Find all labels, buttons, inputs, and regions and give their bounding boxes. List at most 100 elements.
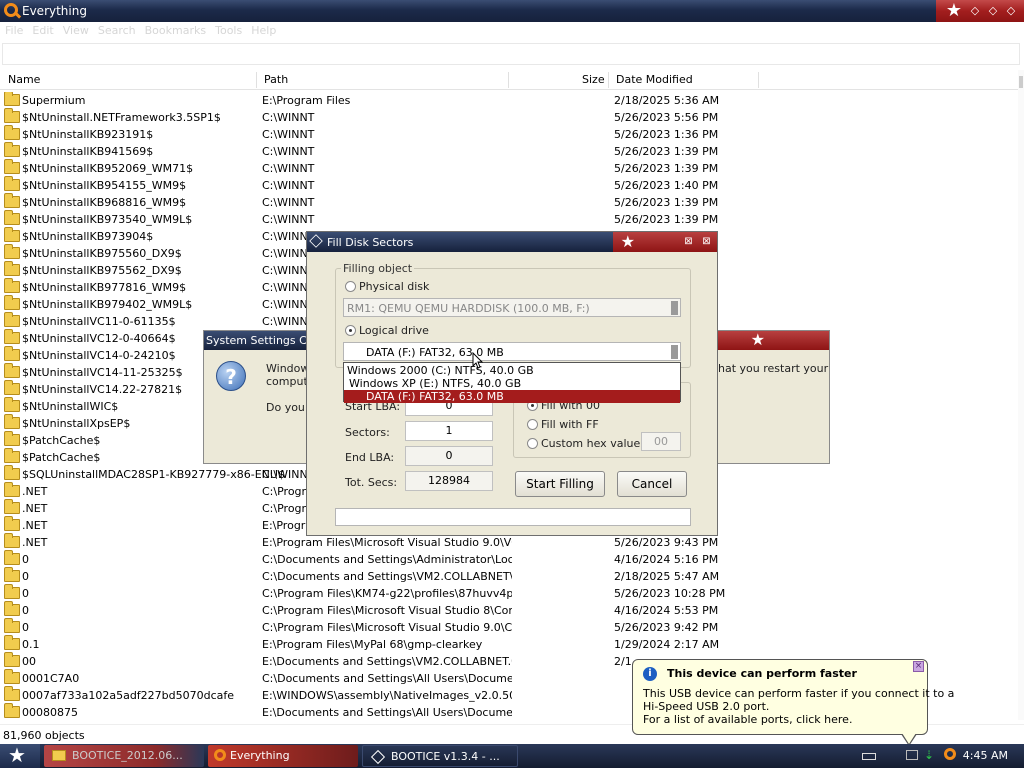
taskbar-item-bootice-folder[interactable]: BOOTICE_2012.06... [44,745,204,767]
folder-icon [4,482,20,497]
physical-disk-value: RM1: QEMU QEMU HARDDISK (100.0 MB, F:) [347,302,590,315]
search-input[interactable] [2,43,1020,65]
list-item[interactable]: Supermium E:\Program Files 2/18/2025 5:36 … [0,92,1018,109]
list-item[interactable]: 0 C:\Program Files\KM74-g22\profiles\87hu… [0,584,1018,602]
balloon-link[interactable]: For a list of available ports, click her… [643,713,852,726]
system-settings-message-right: hat you restart your [718,362,829,375]
list-item[interactable]: $NtUninstallKB973540_WM9L$ C:\WINNT 5/26/2… [0,210,1018,228]
item-path: C:\WINNT [262,128,315,141]
fill-disk-sectors-dialog[interactable]: Fill Disk Sectors ★ ⊠ ⊠ Filling object P… [306,231,718,536]
logical-drive-dropdown-list[interactable]: Windows 2000 (C:) NTFS, 40.0 GB Windows … [343,362,681,403]
folder-icon [4,244,20,259]
everything-tray-icon[interactable] [944,748,956,760]
maximize-button[interactable]: ◇ [986,4,1000,18]
sectors-label: Sectors: [345,426,390,439]
close-button[interactable]: ⊠ [700,235,713,248]
help-button[interactable]: ⊠ [682,235,695,248]
system-settings-title: System Settings Cha [206,334,321,347]
list-item[interactable]: 0 C:\Program Files\Microsoft Visual Studi… [0,618,1018,636]
list-item[interactable]: 0.1 E:\Program Files\MyPal 68\gmp-clearke… [0,635,1018,653]
item-name: $NtUninstallVC14-11-25325$ [22,366,183,379]
minimize-button[interactable]: ◇ [968,4,982,18]
folder-icon [4,448,20,463]
list-item[interactable]: 0 C:\Documents and Settings\Administrator… [0,550,1018,568]
fill-dialog-titlebar[interactable]: Fill Disk Sectors ★ ⊠ ⊠ [307,232,717,252]
list-item[interactable]: 0 C:\Documents and Settings\VM2.COLLABNET… [0,567,1018,585]
item-name: $NtUninstallKB954155_WM9$ [22,179,187,192]
column-separator[interactable] [758,72,759,88]
usb-notification-balloon[interactable]: i This device can perform faster × This … [632,659,954,746]
usb-device-icon[interactable] [906,750,918,760]
custom-hex-radio[interactable] [527,438,538,449]
menu-help[interactable]: Help [246,22,280,37]
fill-dialog-title: Fill Disk Sectors [327,236,414,249]
taskbar-item-everything[interactable]: Everything [208,745,358,767]
dropdown-option[interactable]: Windows XP (E:) NTFS, 40.0 GB [344,377,680,390]
list-item[interactable]: $NtUninstallKB952069_WM71$ C:\WINNT 5/26/2… [0,159,1018,177]
folder-icon [4,618,20,633]
list-item[interactable]: .NET E:\Program Files\Microsoft Visual St… [0,533,1018,551]
object-count: 81,960 objects [3,729,85,742]
column-size[interactable]: Size [582,73,605,86]
main-titlebar[interactable]: Everything ★ ◇ ◇ ◇ [0,0,1024,22]
column-path[interactable]: Path [264,73,288,86]
column-name[interactable]: Name [8,73,40,86]
menu-bookmarks[interactable]: Bookmarks [140,22,210,37]
item-date: 5/26/2023 10:28 PM [614,587,726,600]
menu-edit[interactable]: Edit [27,22,57,37]
column-separator[interactable] [508,72,509,88]
logical-drive-radio[interactable] [345,325,356,336]
folder-icon [4,363,20,378]
column-date[interactable]: Date Modified [616,73,693,86]
taskbar: ★ BOOTICE_2012.06... Everything BOOTICE … [0,743,1024,768]
vertical-scrollbar[interactable] [1018,70,1024,720]
list-item[interactable]: $NtUninstall.NETFramework3.5SP1$ C:\WINNT… [0,108,1018,126]
close-button[interactable]: ◇ [1004,4,1018,18]
start-filling-button[interactable]: Start Filling [515,471,605,497]
menu-view[interactable]: View [58,22,93,37]
item-date: 5/26/2023 5:56 PM [614,111,719,124]
folder-icon [4,346,20,361]
list-item[interactable]: $NtUninstallKB941569$ C:\WINNT 5/26/2023 1… [0,142,1018,160]
custom-hex-input[interactable]: 00 [641,432,681,451]
folder-icon [4,516,20,531]
scrollbar-thumb[interactable] [1019,76,1023,88]
menu-file[interactable]: File [0,22,27,37]
folder-icon [4,584,20,599]
folder-icon [4,159,20,174]
folder-icon [4,703,20,718]
cancel-button[interactable]: Cancel [617,471,687,497]
star-icon: ★ [750,330,765,349]
safely-remove-icon[interactable]: ⇣ [924,748,934,762]
dropdown-option-selected[interactable]: DATA (F:) FAT32, 63.0 MB [344,390,680,403]
keyboard-icon[interactable] [862,753,876,760]
clock[interactable]: 4:45 AM [963,749,1008,762]
column-separator[interactable] [256,72,257,88]
start-button[interactable]: ★ [0,743,40,768]
close-icon[interactable]: × [913,661,924,672]
item-date: 5/26/2023 9:42 PM [614,621,719,634]
dropdown-option[interactable]: Windows 2000 (C:) NTFS, 40.0 GB [344,364,680,377]
item-path: C:\Program Files\Microsoft Visual Studio… [262,621,512,634]
item-name: $NtUninstallKB973540_WM9L$ [22,213,193,226]
dropdown-arrow-icon[interactable] [671,301,678,315]
window-title: Everything [22,4,87,18]
filling-object-label: Filling object [341,262,415,275]
menu-search[interactable]: Search [93,22,140,37]
taskbar-item-bootice[interactable]: BOOTICE v1.3.4 - ... [362,745,518,767]
fill-ff-radio[interactable] [527,419,538,430]
logical-drive-select[interactable]: DATA (F:) FAT32, 63.0 MB [343,342,681,361]
physical-disk-select[interactable]: RM1: QEMU QEMU HARDDISK (100.0 MB, F:) [343,298,681,317]
list-item[interactable]: $NtUninstallKB968816_WM9$ C:\WINNT 5/26/20… [0,193,1018,211]
menu-tools[interactable]: Tools [210,22,246,37]
list-item[interactable]: $NtUninstallKB923191$ C:\WINNT 5/26/2023 1… [0,125,1018,143]
folder-icon [4,499,20,514]
item-date: 2/1 [614,655,632,668]
list-item[interactable]: 0 C:\Program Files\Microsoft Visual Studi… [0,601,1018,619]
dropdown-arrow-icon[interactable] [671,345,678,359]
item-name: $SQLUninstallMDAC28SP1-KB927779-x86-ENU$ [22,468,285,481]
sectors-input[interactable]: 1 [405,421,493,441]
column-separator[interactable] [608,72,609,88]
list-item[interactable]: $NtUninstallKB954155_WM9$ C:\WINNT 5/26/20… [0,176,1018,194]
physical-disk-radio[interactable] [345,281,356,292]
